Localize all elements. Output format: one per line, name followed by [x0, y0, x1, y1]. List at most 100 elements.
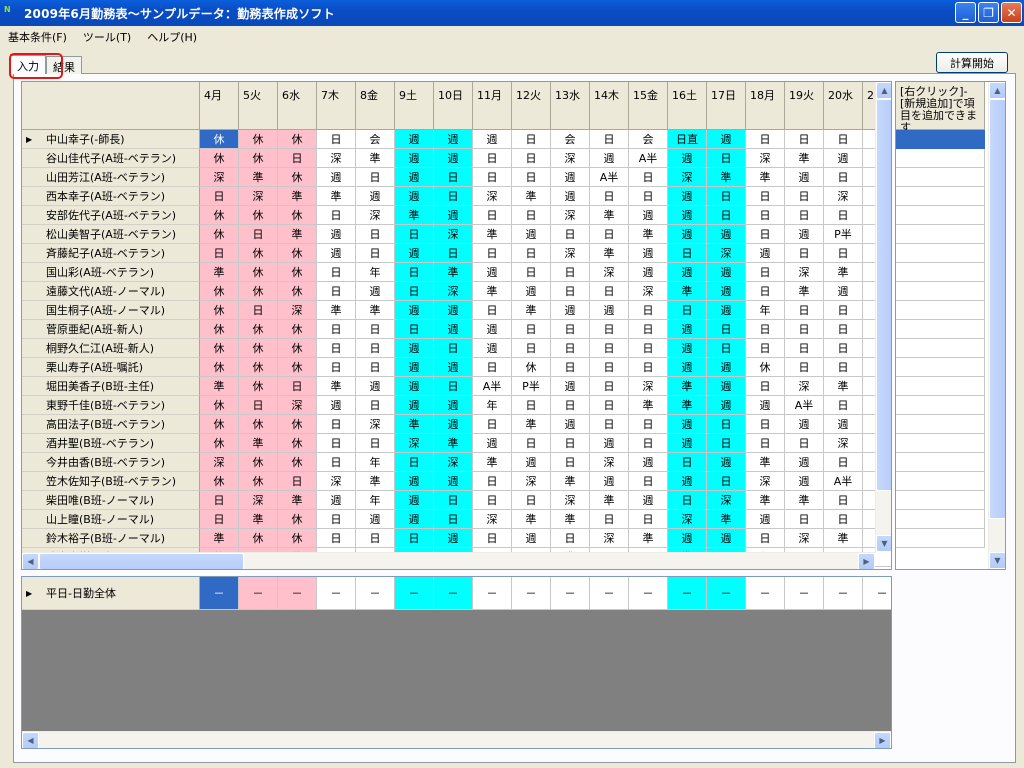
shift-cell[interactable]: 日 — [473, 206, 512, 225]
shift-cell[interactable]: 準 — [317, 377, 356, 396]
shift-cell[interactable]: 日 — [395, 263, 434, 282]
vertical-scrollbar[interactable]: ▲ ▼ — [875, 82, 891, 552]
summary-cell[interactable]: － — [551, 577, 590, 610]
shift-cell[interactable]: 週 — [707, 301, 746, 320]
shift-cell[interactable]: P半 — [512, 377, 551, 396]
shift-cell[interactable]: 準 — [551, 472, 590, 491]
summary-cell[interactable]: － — [668, 577, 707, 610]
shift-cell[interactable]: 日 — [746, 187, 785, 206]
shift-cell[interactable]: 日 — [317, 206, 356, 225]
shift-cell[interactable]: 週 — [434, 206, 473, 225]
day-header[interactable]: 10 日 — [434, 82, 473, 130]
shift-cell[interactable]: 日 — [590, 510, 629, 529]
shift-cell[interactable]: 日 — [434, 187, 473, 206]
summary-cell[interactable]: － — [824, 577, 863, 610]
shift-cell[interactable]: 週 — [395, 339, 434, 358]
custom-item-row[interactable] — [896, 206, 985, 225]
shift-cell[interactable]: 休 — [239, 529, 278, 548]
shift-cell[interactable]: 準 — [512, 510, 551, 529]
shift-cell[interactable]: 週 — [785, 453, 824, 472]
shift-cell[interactable]: 準 — [629, 529, 668, 548]
shift-cell[interactable]: 日 — [473, 301, 512, 320]
shift-cell[interactable]: 日 — [785, 320, 824, 339]
shift-cell[interactable]: 日 — [824, 130, 863, 149]
shift-cell[interactable]: 週 — [785, 415, 824, 434]
shift-cell[interactable]: 休 — [278, 415, 317, 434]
shift-cell[interactable]: 深 — [551, 244, 590, 263]
shift-cell[interactable]: 週 — [629, 206, 668, 225]
shift-cell[interactable]: 日 — [395, 282, 434, 301]
staff-row-header[interactable]: 谷山佳代子(A班-ベテラン) — [22, 149, 200, 168]
summary-horizontal-scrollbar[interactable]: ◀ ▶ — [22, 731, 891, 748]
shift-cell[interactable]: 深 — [317, 472, 356, 491]
shift-cell[interactable]: 日 — [317, 453, 356, 472]
shift-cell[interactable]: 日 — [707, 206, 746, 225]
shift-cell[interactable]: 日 — [590, 358, 629, 377]
shift-cell[interactable]: 日 — [824, 320, 863, 339]
shift-cell[interactable]: 日 — [317, 130, 356, 149]
shift-cell[interactable]: 準 — [239, 434, 278, 453]
shift-cell[interactable]: 深 — [785, 377, 824, 396]
summary-cell[interactable]: － — [629, 577, 668, 610]
shift-cell[interactable]: 週 — [668, 225, 707, 244]
start-calculation-button[interactable]: 計算開始 — [936, 52, 1008, 73]
shift-cell[interactable]: 週 — [590, 301, 629, 320]
shift-cell[interactable]: 日 — [317, 358, 356, 377]
shift-cell[interactable]: 深 — [434, 225, 473, 244]
shift-cell[interactable]: 休 — [200, 358, 239, 377]
shift-cell[interactable]: 週 — [395, 396, 434, 415]
shift-cell[interactable]: 日 — [785, 434, 824, 453]
shift-cell[interactable]: 休 — [239, 244, 278, 263]
shift-cell[interactable]: 日 — [512, 263, 551, 282]
shift-cell[interactable]: 準 — [785, 149, 824, 168]
shift-cell[interactable]: 会 — [356, 130, 395, 149]
staff-row-header[interactable]: ▶ 中山幸子(-師長) — [22, 130, 200, 149]
shift-cell[interactable]: 日 — [590, 377, 629, 396]
shift-cell[interactable]: 休 — [746, 358, 785, 377]
shift-cell[interactable]: 週 — [434, 529, 473, 548]
shift-cell[interactable]: 日 — [746, 206, 785, 225]
shift-cell[interactable]: 日 — [824, 301, 863, 320]
day-header[interactable]: 20 水 — [824, 82, 863, 130]
shift-cell[interactable]: 週 — [707, 453, 746, 472]
shift-cell[interactable]: 日 — [824, 491, 863, 510]
shift-cell[interactable]: 休 — [200, 206, 239, 225]
shift-cell[interactable]: 休 — [200, 282, 239, 301]
shift-cell[interactable]: 深 — [395, 434, 434, 453]
day-header[interactable]: 6水 — [278, 82, 317, 130]
shift-cell[interactable]: 休 — [200, 130, 239, 149]
shift-cell[interactable]: 準 — [200, 377, 239, 396]
shift-cell[interactable]: 日 — [434, 244, 473, 263]
staff-row-header[interactable]: 東野千佳(B班-ベテラン) — [22, 396, 200, 415]
shift-cell[interactable]: 週 — [512, 225, 551, 244]
shift-cell[interactable]: 年 — [356, 263, 395, 282]
summary-cell[interactable]: － — [707, 577, 746, 610]
shift-cell[interactable]: 日 — [317, 510, 356, 529]
staff-row-header[interactable]: 今井由香(B班-ベテラン) — [22, 453, 200, 472]
shift-cell[interactable]: 日 — [512, 434, 551, 453]
shift-cell[interactable]: 日 — [356, 358, 395, 377]
shift-cell[interactable]: 深 — [317, 149, 356, 168]
shift-cell[interactable]: 日 — [785, 339, 824, 358]
staff-row-header[interactable]: 笠木佐知子(B班-ベテラン) — [22, 472, 200, 491]
shift-cell[interactable]: 週 — [395, 377, 434, 396]
shift-cell[interactable]: 休 — [512, 358, 551, 377]
shift-cell[interactable]: 休 — [239, 358, 278, 377]
shift-cell[interactable]: 準 — [824, 529, 863, 548]
staff-row-header[interactable]: 栗山寿子(A班-嘱託) — [22, 358, 200, 377]
shift-cell[interactable]: 日 — [629, 301, 668, 320]
custom-item-row[interactable] — [896, 472, 985, 491]
shift-cell[interactable]: 休 — [278, 244, 317, 263]
day-header[interactable]: 14 木 — [590, 82, 629, 130]
shift-cell[interactable]: 週 — [434, 358, 473, 377]
side-scroll-up-icon[interactable]: ▲ — [989, 82, 1005, 99]
shift-cell[interactable]: 週 — [317, 244, 356, 263]
shift-cell[interactable]: 週 — [746, 510, 785, 529]
shift-cell[interactable]: 週 — [434, 396, 473, 415]
summary-cell[interactable]: － — [473, 577, 512, 610]
custom-item-selected-row[interactable] — [896, 130, 985, 149]
shift-cell[interactable]: 日 — [200, 244, 239, 263]
shift-cell[interactable]: 日 — [473, 358, 512, 377]
staff-row-header[interactable]: 国生桐子(A班-ノーマル) — [22, 301, 200, 320]
day-header[interactable]: 11 月 — [473, 82, 512, 130]
